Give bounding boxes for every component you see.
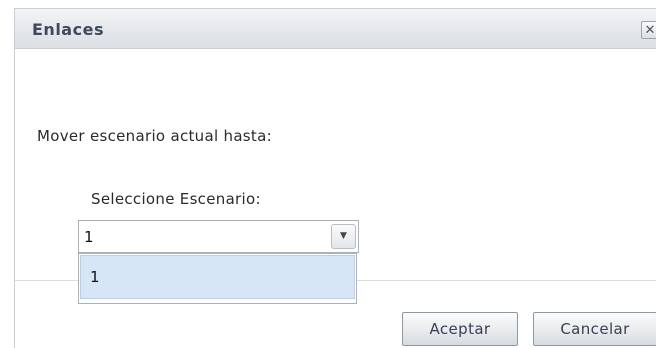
scenario-select[interactable]: 1 ▼	[78, 220, 359, 253]
close-icon[interactable]: ✕	[641, 21, 656, 39]
dropdown-option-1[interactable]: 1	[80, 255, 355, 299]
dropdown-option-label: 1	[90, 268, 100, 286]
select-scenario-label: Seleccione Escenario:	[91, 190, 261, 208]
scenario-dropdown-list: 1	[78, 253, 357, 304]
links-dialog: Enlaces ✕ Mover escenario actual hasta: …	[14, 8, 656, 348]
dialog-title: Enlaces	[32, 20, 104, 39]
dialog-titlebar[interactable]: Enlaces ✕	[15, 9, 656, 49]
scenario-select-value: 1	[84, 228, 94, 246]
move-scenario-prompt: Mover escenario actual hasta:	[37, 127, 272, 145]
chevron-down-icon[interactable]: ▼	[331, 224, 356, 249]
accept-button[interactable]: Aceptar	[402, 312, 518, 346]
cancel-button[interactable]: Cancelar	[533, 312, 656, 346]
